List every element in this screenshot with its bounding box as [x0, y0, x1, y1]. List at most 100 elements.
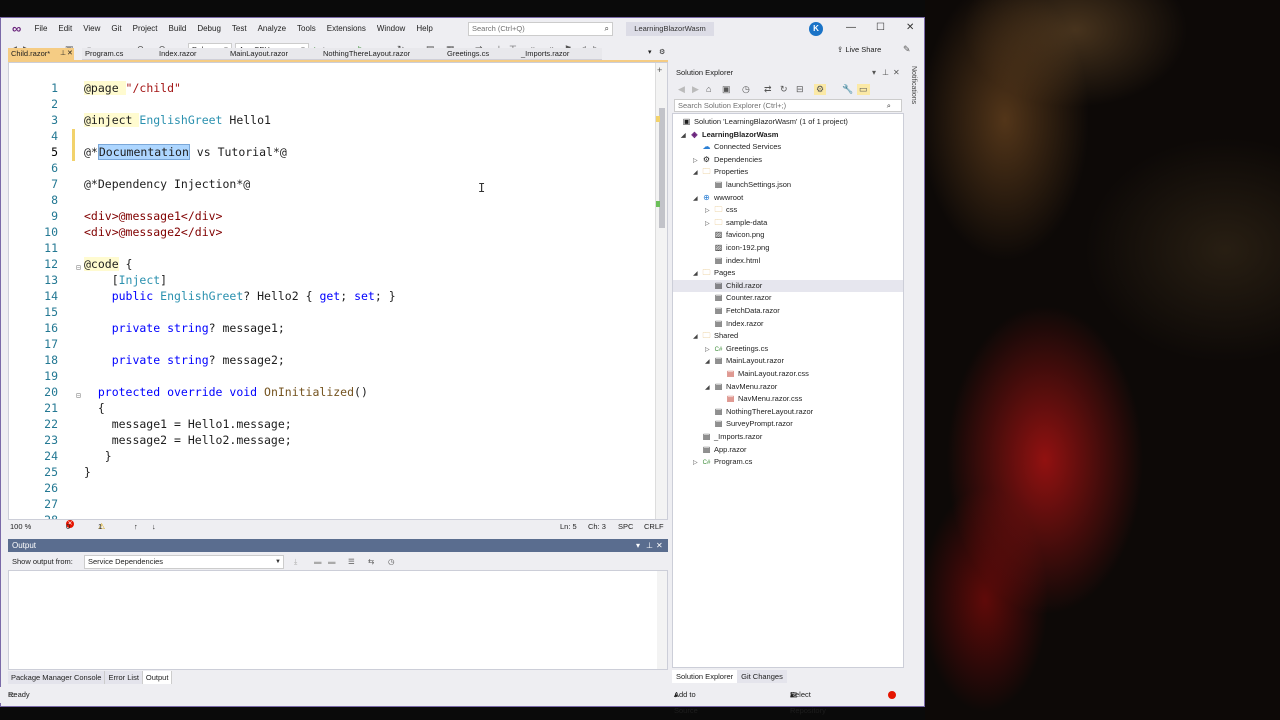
menu-edit[interactable]: Edit [53, 18, 78, 40]
tab-greetings-cs[interactable]: Greetings.cs [444, 48, 518, 60]
tree-item-selected[interactable]: ▤ Child.razor [673, 279, 903, 293]
pin-icon[interactable]: ⊥ [646, 539, 653, 552]
tree-item[interactable]: ▤ NothingThereLayout.razor [705, 406, 813, 419]
pin-icon[interactable]: ⊥ [60, 48, 66, 60]
code-editor[interactable]: 1 2 3 4 5 6 7 8 9 10 11 12 13 14 15 16 1… [8, 62, 668, 520]
tree-item[interactable]: ▤ Counter.razor [705, 292, 772, 305]
collapse-all-icon[interactable]: ⊟ [796, 84, 804, 95]
tree-item[interactable]: ▤ index.html [705, 255, 760, 268]
expand-icon[interactable]: ◢ [681, 130, 689, 143]
show-all-files-icon[interactable]: ⚙ [814, 84, 827, 95]
expand-icon[interactable]: ◢ [705, 356, 713, 369]
maximize-icon[interactable]: ☐ [876, 22, 885, 33]
tree-item[interactable]: ▤ _Imports.razor [693, 431, 763, 444]
tree-item[interactable]: ◢ 🗀 Shared [693, 330, 738, 343]
menu-help[interactable]: Help [411, 18, 438, 40]
tab-child-razor[interactable]: Child.razor* ⊥ ✕ [8, 48, 74, 60]
scroll-thumb[interactable] [659, 108, 665, 228]
tree-item[interactable]: ▨ favicon.png [705, 229, 765, 242]
fold-icon[interactable]: ⊟ [76, 263, 81, 272]
close-icon[interactable]: ✕ [656, 539, 663, 552]
output-source-select[interactable]: Service Dependencies ▼ [84, 555, 284, 569]
tab-package-manager-console[interactable]: Package Manager Console [8, 671, 106, 684]
sync-icon[interactable]: ⇄ [764, 84, 772, 95]
tab-mainlayout-razor[interactable]: MainLayout.razor [227, 48, 320, 60]
tree-item[interactable]: ◢ ⊕ wwwroot [693, 192, 743, 205]
tree-item[interactable]: ▤ launchSettings.json [705, 179, 791, 192]
tab-solution-explorer[interactable]: Solution Explorer [672, 670, 738, 683]
tree-item[interactable]: ▤ NavMenu.razor.css [717, 393, 802, 406]
tab-program-cs[interactable]: Program.cs [82, 48, 156, 60]
tree-item[interactable]: ▤ MainLayout.razor.css [717, 368, 809, 381]
avatar[interactable]: K [809, 22, 823, 36]
fold-icon[interactable]: ⊟ [76, 391, 81, 400]
output-scrollbar[interactable] [657, 571, 667, 669]
home-icon[interactable]: ⌂ [706, 84, 711, 94]
collapse-icon[interactable]: ▷ [693, 457, 701, 470]
menu-test[interactable]: Test [226, 18, 252, 40]
tree-item[interactable]: ▷ ⚙ Dependencies [693, 154, 762, 167]
menu-view[interactable]: View [78, 18, 106, 40]
split-icon[interactable]: + [657, 65, 662, 75]
tree-item[interactable]: ☁ Connected Services [693, 141, 782, 154]
close-tab-icon[interactable]: ✕ [67, 48, 73, 60]
tree-item[interactable]: ▷ C# Greetings.cs [705, 343, 768, 356]
zoom-level[interactable]: 100 % [10, 520, 31, 534]
tree-item[interactable]: ▨ icon-192.png [705, 242, 770, 255]
forward-icon[interactable]: ▶ [692, 84, 699, 95]
live-share-button[interactable]: ⇪ Live Share [837, 43, 881, 57]
expand-icon[interactable]: ◢ [705, 382, 713, 395]
menu-analyze[interactable]: Analyze [252, 18, 291, 40]
tree-item[interactable]: ▤ App.razor [693, 444, 747, 457]
notifications-tab[interactable]: Notifications [906, 66, 920, 126]
search-input[interactable]: Search (Ctrl+Q) ⌕ [468, 22, 613, 36]
tree-item[interactable]: ▣ Solution 'LearningBlazorWasm' (1 of 1 p… [681, 116, 848, 129]
tab-dropdown-icon[interactable]: ▾ [648, 48, 652, 56]
switch-views-icon[interactable]: ▣ [722, 84, 731, 95]
tab-error-list[interactable]: Error List [105, 671, 143, 684]
tree-item[interactable]: ▤ FetchData.razor [705, 305, 780, 318]
add-to-source-control-button[interactable]: ↑ Add to Source Control ▴ [674, 687, 698, 715]
next-message-icon[interactable]: ▬ [328, 553, 336, 570]
pin-icon[interactable]: ⊥ [882, 66, 889, 79]
expand-icon[interactable]: ◢ [693, 167, 701, 180]
word-wrap-icon[interactable]: ⇆ [368, 553, 374, 570]
menu-window[interactable]: Window [371, 18, 410, 40]
tree-item[interactable]: ◢ ▤ NavMenu.razor [705, 381, 777, 394]
close-icon[interactable]: ✕ [893, 66, 900, 79]
properties-icon[interactable]: 🔧 [842, 84, 853, 95]
tree-item[interactable]: ▤ Index.razor [705, 318, 764, 331]
solution-search-input[interactable]: Search Solution Explorer (Ctrl+;) ⌕ [674, 99, 902, 112]
tree-item[interactable]: ◢ ◈ LearningBlazorWasm [681, 129, 778, 142]
tab-git-changes[interactable]: Git Changes [737, 670, 787, 683]
tree-item[interactable]: ◢ 🗀 Properties [693, 166, 748, 179]
select-repository-button[interactable]: ▤ Select Repository ▴ [790, 687, 826, 715]
menu-file[interactable]: File [29, 18, 53, 40]
tree-item[interactable]: ◢ 🗀 Pages [693, 267, 735, 280]
menu-extensions[interactable]: Extensions [321, 18, 371, 40]
close-icon[interactable]: ✕ [906, 22, 914, 33]
tree-item[interactable]: ▷ C# Program.cs [693, 456, 752, 469]
minimize-icon[interactable]: — [846, 22, 856, 33]
feedback-icon[interactable]: ✎ [903, 44, 911, 55]
menu-build[interactable]: Build [163, 18, 192, 40]
menu-debug[interactable]: Debug [192, 18, 227, 40]
back-icon[interactable]: ◀ [678, 84, 685, 95]
dropdown-icon[interactable]: ▾ [636, 539, 640, 552]
tab-nothingtherelayout-razor[interactable]: NothingThereLayout.razor [320, 48, 444, 60]
menu-git[interactable]: Git [106, 18, 127, 40]
tab-output[interactable]: Output [142, 671, 173, 684]
menu-project[interactable]: Project [127, 18, 163, 40]
nav-up-icon[interactable]: ↑ [134, 520, 138, 534]
find-message-icon[interactable]: ⤓ [294, 553, 297, 570]
tree-item[interactable]: ◢ ▤ MainLayout.razor [705, 355, 784, 368]
tree-item[interactable]: ▤ SurveyPrompt.razor [705, 418, 793, 431]
pending-changes-icon[interactable]: ◷ [742, 84, 750, 95]
tree-item[interactable]: ▷ 🗀 sample-data [705, 217, 767, 230]
settings-icon[interactable]: ⚙ [659, 48, 665, 56]
preview-icon[interactable]: ▭ [857, 84, 870, 95]
nav-down-icon[interactable]: ↓ [152, 520, 156, 534]
editor-scrollbar[interactable]: + [655, 63, 667, 519]
prev-message-icon[interactable]: ▬ [314, 553, 322, 570]
clear-all-icon[interactable]: ☰ [348, 553, 355, 570]
